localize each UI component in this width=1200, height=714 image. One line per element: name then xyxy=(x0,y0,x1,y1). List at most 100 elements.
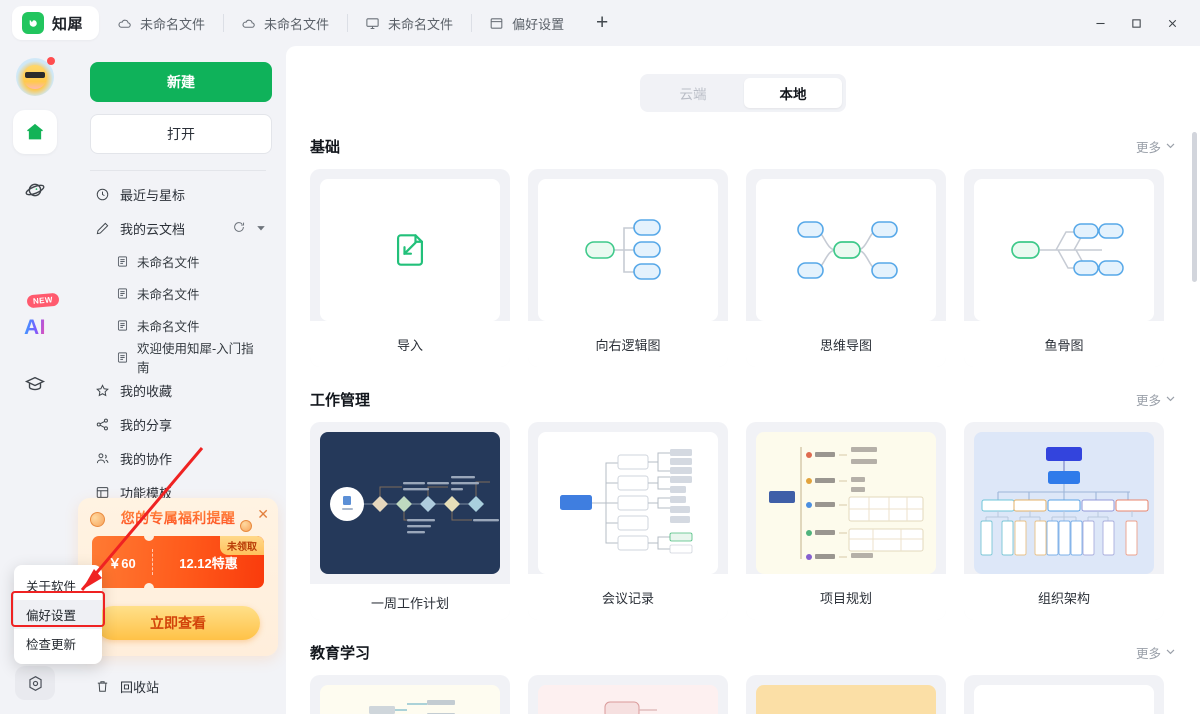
sidebar-item-cloud-docs[interactable]: 我的云文档 xyxy=(90,211,266,245)
new-tab-button[interactable]: + xyxy=(582,0,622,46)
app-name: 知犀 xyxy=(52,15,84,33)
section-title: 基础 xyxy=(310,139,341,156)
template-card-education-3[interactable] xyxy=(964,675,1164,714)
clock-icon xyxy=(94,186,110,202)
card-label: 一周工作计划 xyxy=(310,584,510,620)
avatar[interactable] xyxy=(16,57,55,96)
sidebar-item-label: 我的分享 xyxy=(120,417,173,433)
template-card-weekly-plan[interactable]: 一周工作计划 xyxy=(310,422,510,620)
rail-item-settings[interactable] xyxy=(15,666,55,700)
storage-segmented-control: 云端 本地 xyxy=(640,74,846,112)
template-card-meeting-notes[interactable]: 会议记录 xyxy=(528,422,728,620)
context-menu-item-preferences[interactable]: 偏好设置 xyxy=(14,600,102,629)
section-title: 教育学习 xyxy=(310,645,371,662)
new-document-button[interactable]: 新建 xyxy=(90,62,272,102)
section-header-education: 教育学习 更多 xyxy=(310,642,1176,663)
section-header-work: 工作管理 更多 xyxy=(310,389,1176,410)
rail-item-discover[interactable] xyxy=(13,168,57,212)
template-card-import[interactable]: 导入 xyxy=(310,169,510,367)
mindmap-diagram-icon xyxy=(796,221,898,279)
section-header-basics: 基础 更多 xyxy=(310,136,1176,157)
minimize-button[interactable] xyxy=(1082,0,1118,46)
template-card-project-plan[interactable]: 项目规划 xyxy=(746,422,946,620)
section-more-work[interactable]: 更多 xyxy=(1136,390,1176,409)
promo-banner[interactable]: 您的专属福利提醒 ✕ ￥60 12.12特惠 未领取 立即查看 xyxy=(78,498,278,656)
card-label: 鱼骨图 xyxy=(964,321,1164,367)
tab-2[interactable]: 未命名文件 xyxy=(347,0,471,46)
rail-item-academy[interactable] xyxy=(13,362,57,406)
close-button[interactable] xyxy=(1154,0,1190,46)
card-label: 会议记录 xyxy=(528,574,728,620)
refresh-icon[interactable] xyxy=(232,220,246,237)
sidebar-item-label: 回收站 xyxy=(120,680,160,695)
tab-label: 未命名文件 xyxy=(388,16,454,32)
promo-title: 您的专属福利提醒 xyxy=(78,508,278,528)
promo-cta-button[interactable]: 立即查看 xyxy=(96,606,260,640)
template-card-fishbone[interactable]: 鱼骨图 xyxy=(964,169,1164,367)
import-arrow-icon xyxy=(396,234,424,266)
rail-item-ai[interactable]: NEW AI xyxy=(11,292,60,340)
tab-3[interactable]: 偏好设置 xyxy=(471,0,582,46)
promo-close-button[interactable]: ✕ xyxy=(257,506,269,523)
sidebar-item-shares[interactable]: 我的分享 xyxy=(90,407,266,441)
tab-local[interactable]: 本地 xyxy=(744,78,842,108)
ai-label: AI xyxy=(24,316,46,339)
context-menu-item-about[interactable]: 关于软件 xyxy=(14,571,102,600)
template-card-org-chart[interactable]: 组织架构 xyxy=(964,422,1164,620)
tab-1[interactable]: 未命名文件 xyxy=(223,0,347,46)
template-card-education-1[interactable] xyxy=(528,675,728,714)
coupon[interactable]: ￥60 12.12特惠 未领取 xyxy=(92,536,264,588)
ai-new-badge: NEW xyxy=(26,292,60,309)
settings-context-menu: 关于软件 偏好设置 检查更新 xyxy=(14,565,102,664)
section-more-basics[interactable]: 更多 xyxy=(1136,137,1176,156)
chevron-down-icon xyxy=(1165,646,1176,660)
template-card-education-2[interactable] xyxy=(746,675,946,714)
card-label: 项目规划 xyxy=(746,574,946,620)
cloud-docs-actions xyxy=(232,220,266,237)
card-label: 组织架构 xyxy=(964,574,1164,620)
title-bar: 知犀 未命名文件 未命名文件 未命名文件 偏好设置 + xyxy=(0,0,1200,46)
sidebar-item-favorites[interactable]: 我的收藏 xyxy=(90,373,266,407)
app-logo-chip[interactable]: 知犀 xyxy=(12,6,100,40)
card-row-work: 一周工作计划 会议记录 项目规划 组织架构 xyxy=(310,422,1176,620)
main-scrollbar[interactable] xyxy=(1192,132,1197,282)
template-card-education-0[interactable] xyxy=(310,675,510,714)
document-icon xyxy=(116,255,129,268)
section-more-education[interactable]: 更多 xyxy=(1136,643,1176,662)
project-plan-diagram-icon xyxy=(769,447,924,560)
card-thumbnail xyxy=(320,179,500,321)
chevron-down-icon[interactable] xyxy=(256,221,266,236)
sidebar-item-trash[interactable]: 回收站 xyxy=(94,677,159,696)
tab-strip: 未命名文件 未命名文件 未命名文件 偏好设置 + xyxy=(99,0,622,46)
more-label: 更多 xyxy=(1135,141,1161,155)
cloud-doc-item-1[interactable]: 未命名文件 xyxy=(90,277,266,309)
rail-item-home[interactable] xyxy=(13,110,57,154)
fishbone-diagram-icon xyxy=(1011,223,1124,276)
sidebar-item-recent[interactable]: 最近与星标 xyxy=(90,177,266,211)
card-label: 向右逻辑图 xyxy=(528,321,728,367)
card-label: 导入 xyxy=(310,321,510,367)
main-panel: 云端 本地 基础 更多 导入 向右逻辑图 思维导图 鱼骨图 工作管理 更多 一周… xyxy=(286,46,1200,714)
notification-dot xyxy=(47,57,55,65)
tab-cloud[interactable]: 云端 xyxy=(644,78,742,108)
graduation-cap-icon xyxy=(24,376,46,391)
cloud-doc-item-2[interactable]: 未命名文件 xyxy=(90,309,266,341)
home-icon xyxy=(27,123,43,140)
maximize-button[interactable] xyxy=(1118,0,1154,46)
sidebar-item-collaboration[interactable]: 我的协作 xyxy=(90,441,266,475)
template-card-mindmap[interactable]: 思维导图 xyxy=(746,169,946,367)
more-label: 更多 xyxy=(1135,647,1161,661)
planet-icon xyxy=(25,183,45,197)
card-thumbnail xyxy=(756,432,936,574)
window-controls xyxy=(1082,0,1200,46)
cloud-doc-item-3[interactable]: 欢迎使用知犀-入门指南 xyxy=(90,341,266,375)
cloud-doc-item-0[interactable]: 未命名文件 xyxy=(90,245,266,277)
context-menu-item-check-update[interactable]: 检查更新 xyxy=(14,629,102,658)
card-row-basics: 导入 向右逻辑图 思维导图 鱼骨图 xyxy=(310,169,1176,367)
tab-0[interactable]: 未命名文件 xyxy=(99,0,223,46)
open-document-button[interactable]: 打开 xyxy=(90,114,272,154)
template-scroll-area[interactable]: 基础 更多 导入 向右逻辑图 思维导图 鱼骨图 工作管理 更多 一周工作计划 会… xyxy=(286,122,1200,714)
coupon-status-badge: 未领取 xyxy=(220,536,264,555)
storage-toggle-wrapper: 云端 本地 xyxy=(286,46,1200,112)
template-card-logic-right[interactable]: 向右逻辑图 xyxy=(528,169,728,367)
